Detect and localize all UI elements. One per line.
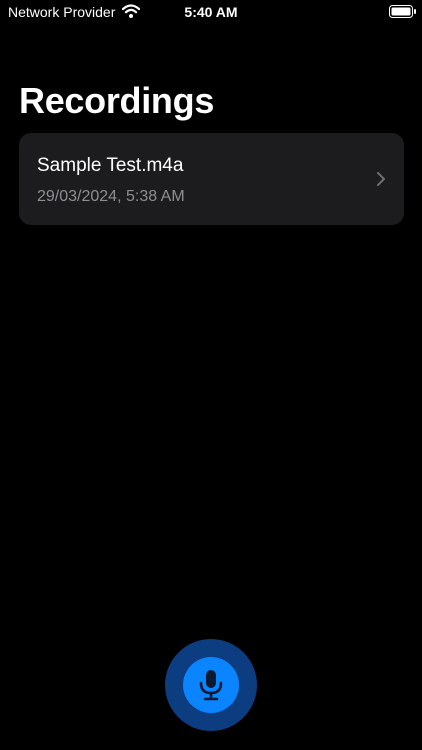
page-title: Recordings: [19, 80, 215, 121]
recordings-list: Sample Test.m4a 29/03/2024, 5:38 AM: [19, 133, 404, 225]
microphone-icon: [198, 669, 224, 701]
record-button-core: [183, 657, 239, 713]
recording-row[interactable]: Sample Test.m4a 29/03/2024, 5:38 AM: [19, 133, 404, 225]
record-button[interactable]: [165, 639, 257, 731]
recording-date: 29/03/2024, 5:38 AM: [37, 188, 185, 205]
status-bar: Network Provider 5:40 AM: [0, 0, 422, 26]
chevron-right-icon: [376, 171, 386, 187]
battery-icon: [389, 5, 417, 18]
status-time: 5:40 AM: [184, 4, 238, 20]
recording-name: Sample Test.m4a: [37, 155, 184, 176]
